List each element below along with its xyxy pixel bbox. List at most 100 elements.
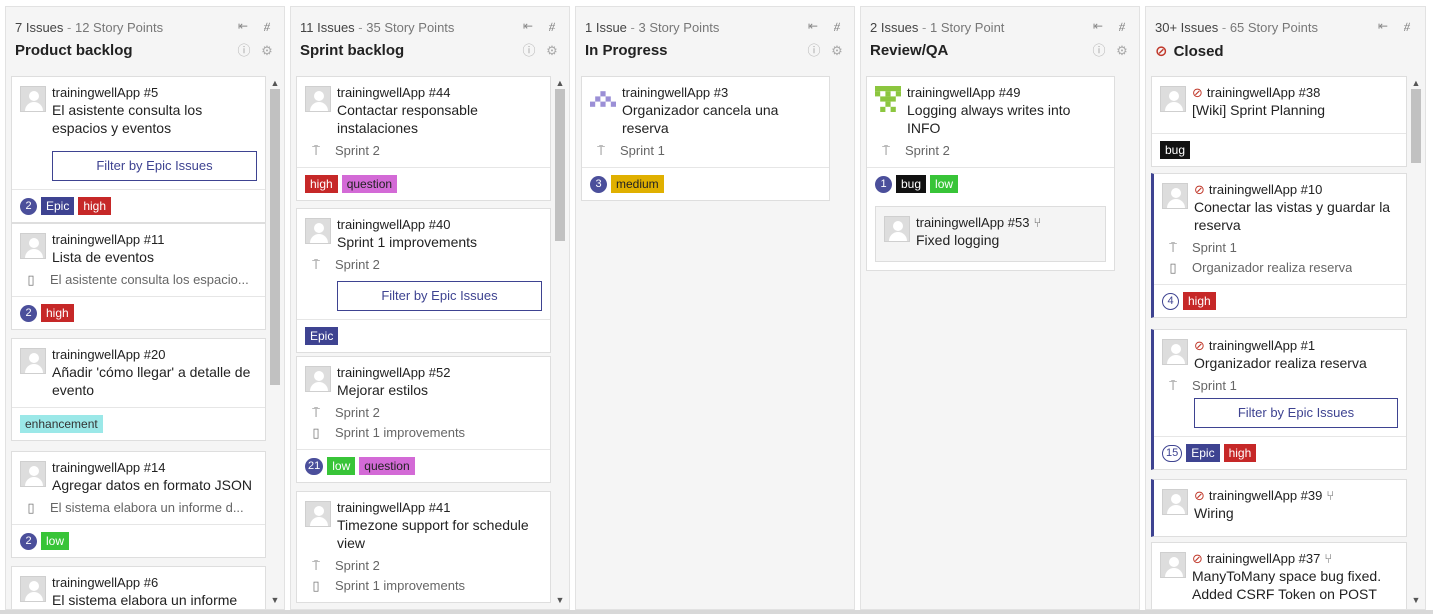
card-issue-40[interactable]: trainingwellApp #40 Sprint 1 improvement… [296,208,551,353]
wrap-icon[interactable]: ⧣ [545,19,559,33]
column-scrollbar[interactable]: ▲ ▼ [268,73,282,609]
label-low[interactable]: low [327,457,356,475]
issue-key[interactable]: trainingwellApp #49 [907,85,1106,101]
scroll-down-icon[interactable]: ▼ [268,594,282,606]
label-high[interactable]: high [1223,444,1257,462]
label-bug[interactable]: bug [896,175,927,193]
epic-link[interactable]: ▯ Sprint 1 improvements [305,578,542,594]
info-icon[interactable]: ⓘ [521,43,537,59]
scroll-down-icon[interactable]: ▼ [1409,594,1423,606]
issue-key[interactable]: ⊘ trainingwellApp #1 [1194,338,1398,354]
label-high[interactable]: high [41,304,74,322]
issue-key[interactable]: ⊘ trainingwellApp #39 ⑂ [1194,488,1398,504]
issue-key[interactable]: trainingwellApp #41 [337,500,542,516]
label-epic[interactable]: Epic [305,327,339,345]
label-high[interactable]: high [305,175,338,193]
scroll-thumb[interactable] [1411,89,1421,163]
scroll-thumb[interactable] [270,89,280,385]
wrap-icon[interactable]: ⧣ [1400,19,1414,33]
issue-key[interactable]: trainingwellApp #52 [337,365,542,381]
wrap-icon[interactable]: ⧣ [1115,19,1129,33]
label-low[interactable]: low [41,532,70,550]
collapse-left-icon[interactable]: ⇤ [806,19,820,33]
card-issue-44[interactable]: trainingwellApp #44 Contactar responsabl… [296,76,551,201]
scroll-down-icon[interactable]: ▼ [553,594,567,606]
sprint-link[interactable]: ⍑ Sprint 2 [305,257,542,273]
issue-key[interactable]: trainingwellApp #53 ⑂ [916,215,1097,231]
issue-key[interactable]: trainingwellApp #44 [337,85,542,101]
scroll-up-icon[interactable]: ▲ [268,77,282,89]
card-issue-14[interactable]: trainingwellApp #14 Agregar datos en for… [11,451,266,558]
info-icon[interactable]: ⓘ [1091,43,1107,59]
card-issue-1[interactable]: ⊘ trainingwellApp #1 Organizador realiza … [1151,329,1407,470]
card-issue-3[interactable]: trainingwellApp #3 Organizador cancela u… [581,76,830,201]
collapse-left-icon[interactable]: ⇤ [236,19,250,33]
column-scrollbar[interactable]: ▲ ▼ [553,73,567,609]
label-medium[interactable]: medium [611,175,664,193]
sprint-link[interactable]: ⍑ Sprint 1 [1162,378,1398,394]
label-question[interactable]: question [359,457,415,475]
gear-icon[interactable]: ⚙ [1114,43,1130,59]
epic-link[interactable]: ▯ Sprint 1 improvements [305,425,542,441]
label-epic[interactable]: Epic [1186,444,1220,462]
card-issue-10[interactable]: ⊘ trainingwellApp #10 Conectar las vistas… [1151,173,1407,318]
card-issue-20[interactable]: trainingwellApp #20 Añadir 'cómo llegar'… [11,338,266,441]
filter-by-epic-button[interactable]: Filter by Epic Issues [1194,398,1398,428]
gear-icon[interactable]: ⚙ [829,43,845,59]
card-issue-52[interactable]: trainingwellApp #52 Mejorar estilos ⍑ Spr… [296,356,551,483]
issue-key[interactable]: trainingwellApp #11 [52,232,257,248]
filter-by-epic-button[interactable]: Filter by Epic Issues [52,151,257,181]
card-issue-39[interactable]: ⊘ trainingwellApp #39 ⑂ Wiring [1151,479,1407,537]
sprint-link[interactable]: ⍑ Sprint 2 [875,143,1106,159]
sprint-link[interactable]: ⍑ Sprint 2 [305,143,542,159]
card-issue-49[interactable]: trainingwellApp #49 Logging always write… [866,76,1115,271]
issue-key[interactable]: trainingwellApp #14 [52,460,257,476]
scroll-thumb[interactable] [555,89,565,241]
epic-link[interactable]: ▯ El sistema elabora un informe d... [20,500,257,516]
closed-issue-icon: ⊘ [1194,338,1205,353]
wrap-icon[interactable]: ⧣ [260,19,274,33]
issue-key[interactable]: trainingwellApp #3 [622,85,821,101]
label-high[interactable]: high [78,197,112,215]
label-question[interactable]: question [341,175,398,193]
issue-key[interactable]: ⊘ trainingwellApp #37 ⑂ [1192,551,1398,567]
collapse-left-icon[interactable]: ⇤ [521,19,535,33]
collapse-left-icon[interactable]: ⇤ [1376,19,1390,33]
sprint-link[interactable]: ⍑ Sprint 2 [305,558,542,574]
card-issue-41[interactable]: trainingwellApp #41 Timezone support for… [296,491,551,603]
column-scrollbar[interactable]: ▲ ▼ [1409,73,1423,609]
issue-key[interactable]: ⊘ trainingwellApp #10 [1194,182,1398,198]
card-issue-6[interactable]: trainingwellApp #6 El sistema elabora un… [11,566,266,609]
epic-link[interactable]: ▯ Organizador realiza reserva [1162,260,1398,276]
scroll-up-icon[interactable]: ▲ [1409,77,1423,89]
label-low[interactable]: low [930,175,959,193]
filter-by-epic-button[interactable]: Filter by Epic Issues [337,281,542,311]
issue-key[interactable]: trainingwellApp #6 [52,575,257,591]
sprint-link[interactable]: ⍑ Sprint 1 [1162,240,1398,256]
card-issue-11[interactable]: trainingwellApp #11 Lista de eventos ▯ El… [11,223,266,330]
card-issue-38[interactable]: ⊘ trainingwellApp #38 [Wiki] Sprint Plann… [1151,76,1407,167]
linked-pull-request-card[interactable]: trainingwellApp #53 ⑂ Fixed logging [875,206,1106,262]
label-epic[interactable]: Epic [41,197,75,215]
issue-key[interactable]: trainingwellApp #20 [52,347,257,363]
scroll-up-icon[interactable]: ▲ [553,77,567,89]
card-issue-37[interactable]: ⊘ trainingwellApp #37 ⑂ ManyToMany space b… [1151,542,1407,609]
issue-key[interactable]: trainingwellApp #40 [337,217,542,233]
info-icon[interactable]: ⓘ [236,43,252,59]
gear-icon[interactable]: ⚙ [259,43,275,59]
collapse-left-icon[interactable]: ⇤ [1091,19,1105,33]
epic-link[interactable]: ▯ El asistente consulta los espacio... [20,272,257,288]
issue-key[interactable]: trainingwellApp #5 [52,85,257,101]
horizontal-scrollbar[interactable] [0,610,1433,614]
gear-icon[interactable]: ⚙ [544,43,560,59]
card-issue-5[interactable]: trainingwellApp #5 El asistente consulta… [11,76,266,223]
wrap-icon[interactable]: ⧣ [830,19,844,33]
info-icon[interactable]: ⓘ [806,43,822,59]
sprint-link[interactable]: ⍑ Sprint 1 [590,143,821,159]
sprint-link[interactable]: ⍑ Sprint 2 [305,405,542,421]
column-title: Review/QA [870,42,949,59]
label-enhancement[interactable]: enhancement [20,415,103,433]
label-bug[interactable]: bug [1160,141,1191,159]
issue-key[interactable]: ⊘ trainingwellApp #38 [1192,85,1398,101]
label-high[interactable]: high [1183,292,1216,310]
